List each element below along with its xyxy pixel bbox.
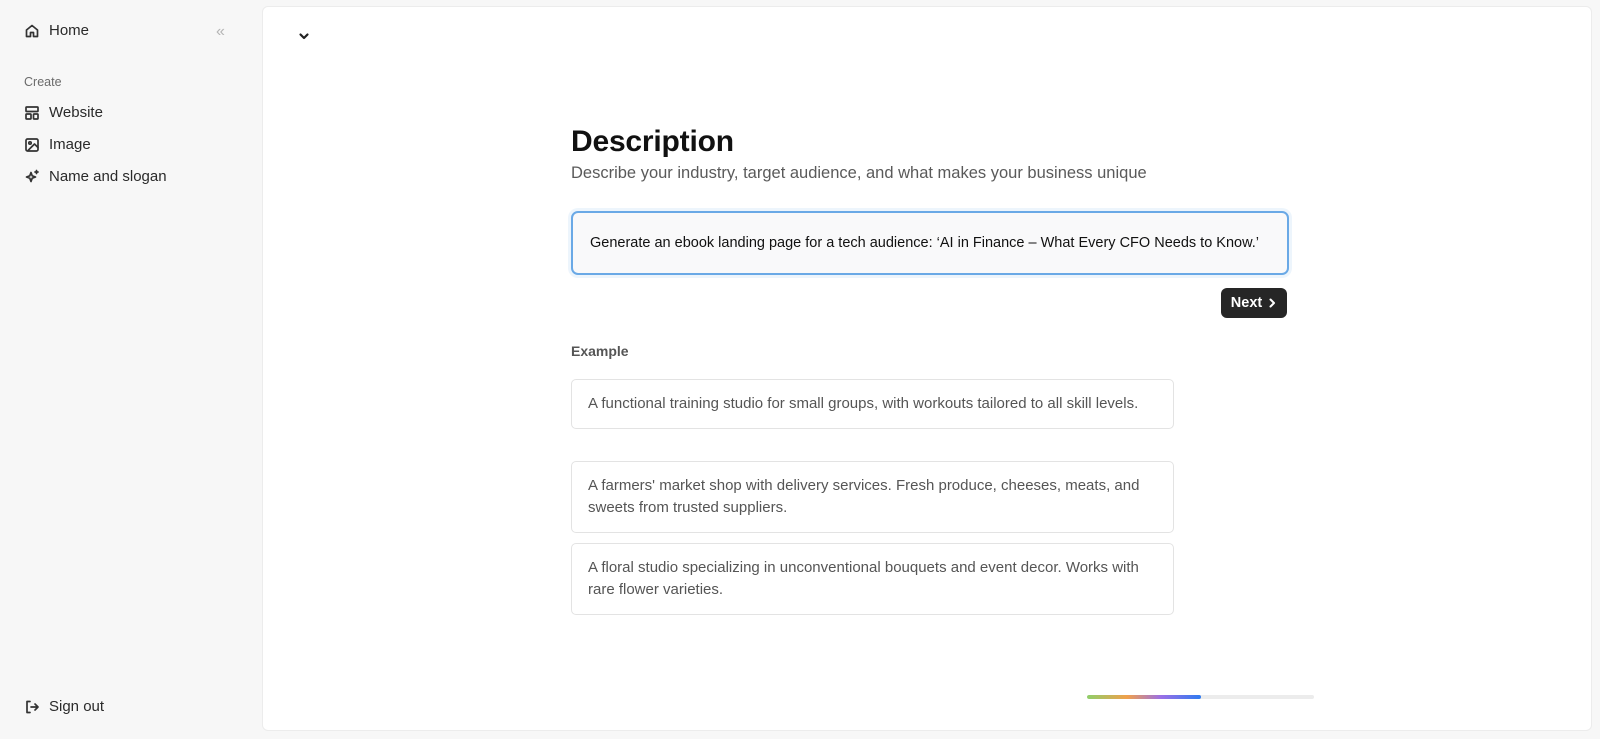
main-panel: Description Describe your industry, targ… xyxy=(262,6,1592,731)
example-card[interactable]: A functional training studio for small g… xyxy=(571,379,1174,429)
description-input[interactable] xyxy=(571,211,1289,275)
example-card[interactable]: A floral studio specializing in unconven… xyxy=(571,543,1174,615)
sidebar-item-home[interactable]: Home xyxy=(24,22,89,39)
layout-icon xyxy=(25,105,39,120)
chevron-right-icon xyxy=(1269,298,1276,308)
example-card[interactable]: A farmers' market shop with delivery ser… xyxy=(571,461,1174,533)
dropdown-toggle[interactable] xyxy=(297,29,313,45)
collapse-sidebar-icon[interactable]: « xyxy=(216,24,232,40)
next-button-label: Next xyxy=(1230,295,1263,311)
sidebar-item-label: Home xyxy=(49,22,90,39)
section-label-create: Create xyxy=(24,75,62,89)
sign-out-icon xyxy=(26,700,39,713)
sign-out-label: Sign out xyxy=(49,698,105,715)
sidebar-item-label: Name and slogan xyxy=(49,168,167,185)
sidebar-item-label: Website xyxy=(49,104,103,121)
sidebar-item-image[interactable]: Image xyxy=(24,136,91,153)
sidebar: Home « Create Website Image Name and slo… xyxy=(0,0,262,739)
sidebar-item-name-and-slogan[interactable]: Name and slogan xyxy=(24,168,167,185)
sidebar-item-label: Image xyxy=(49,136,91,153)
page-subtitle: Describe your industry, target audience,… xyxy=(571,164,1147,182)
sidebar-item-website[interactable]: Website xyxy=(24,104,103,121)
next-button[interactable]: Next xyxy=(1221,288,1287,318)
chevron-down-icon xyxy=(299,33,309,40)
example-heading: Example xyxy=(571,343,629,359)
progress-bar xyxy=(1087,695,1314,699)
image-icon xyxy=(25,137,39,152)
progress-fill xyxy=(1087,695,1201,699)
sparkles-icon xyxy=(25,169,39,182)
page-title: Description xyxy=(571,125,734,158)
sign-out-button[interactable]: Sign out xyxy=(24,698,104,715)
home-icon xyxy=(25,24,39,37)
